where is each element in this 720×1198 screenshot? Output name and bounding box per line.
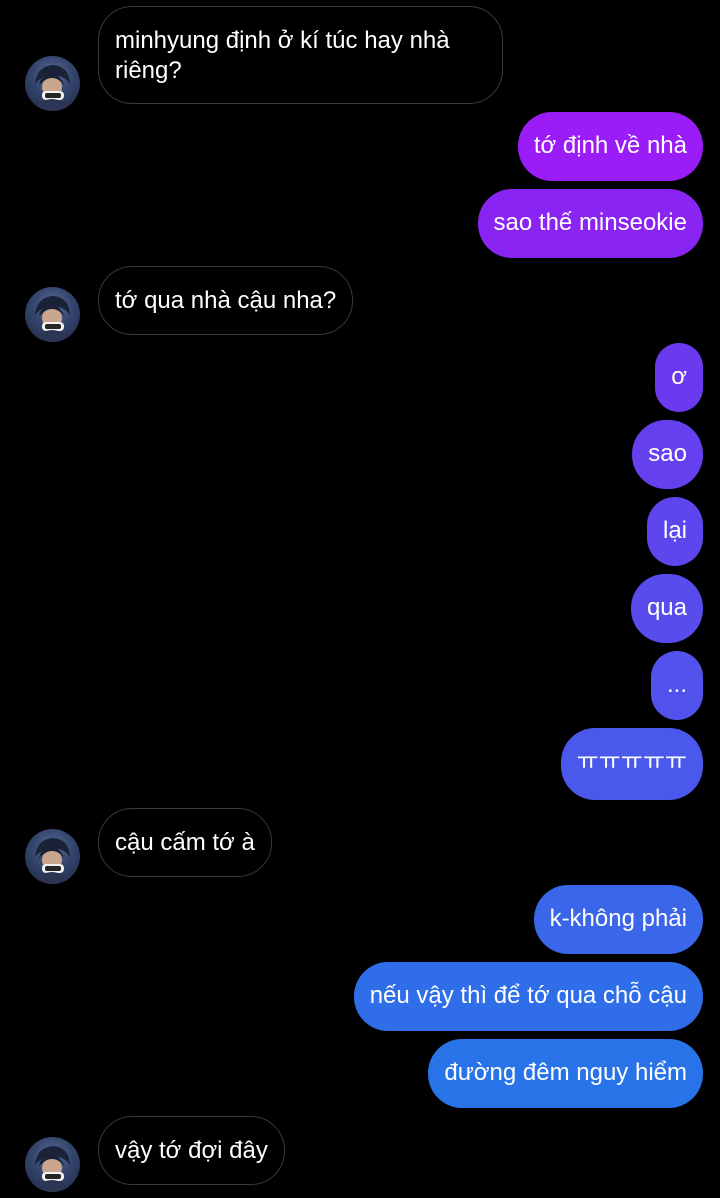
message-outgoing[interactable]: ơ bbox=[655, 343, 703, 412]
message-outgoing[interactable]: ㅠㅠㅠㅠㅠ bbox=[560, 728, 703, 800]
avatar[interactable] bbox=[25, 287, 80, 342]
message-incoming[interactable]: vậy tớ đợi đây bbox=[98, 1116, 285, 1185]
avatar[interactable] bbox=[25, 56, 80, 111]
message-incoming[interactable]: cậu cấm tớ à bbox=[98, 808, 272, 877]
user-avatar-icon bbox=[33, 65, 72, 111]
message-outgoing[interactable]: qua bbox=[630, 574, 703, 643]
avatar[interactable] bbox=[25, 829, 80, 884]
message-incoming[interactable]: minhyung định ở kí túc hay nhà riêng? bbox=[98, 6, 503, 104]
user-avatar-icon bbox=[33, 296, 72, 342]
user-avatar-icon bbox=[33, 1146, 72, 1192]
message-outgoing[interactable]: sao bbox=[632, 420, 703, 489]
chat-thread: minhyung định ở kí túc hay nhà riêng? tớ… bbox=[0, 0, 720, 1198]
avatar[interactable] bbox=[25, 1137, 80, 1192]
message-outgoing[interactable]: ... bbox=[650, 651, 703, 720]
message-outgoing[interactable]: k-không phải bbox=[533, 885, 703, 954]
message-outgoing[interactable]: sao thế minseokie bbox=[477, 189, 703, 258]
message-outgoing[interactable]: nếu vậy thì để tớ qua chỗ cậu bbox=[353, 962, 703, 1031]
message-outgoing[interactable]: lại bbox=[646, 497, 703, 566]
message-outgoing[interactable]: tớ định về nhà bbox=[517, 112, 703, 181]
message-incoming[interactable]: tớ qua nhà cậu nha? bbox=[98, 266, 354, 335]
user-avatar-icon bbox=[33, 838, 72, 884]
message-outgoing[interactable]: đường đêm nguy hiểm bbox=[428, 1039, 703, 1108]
